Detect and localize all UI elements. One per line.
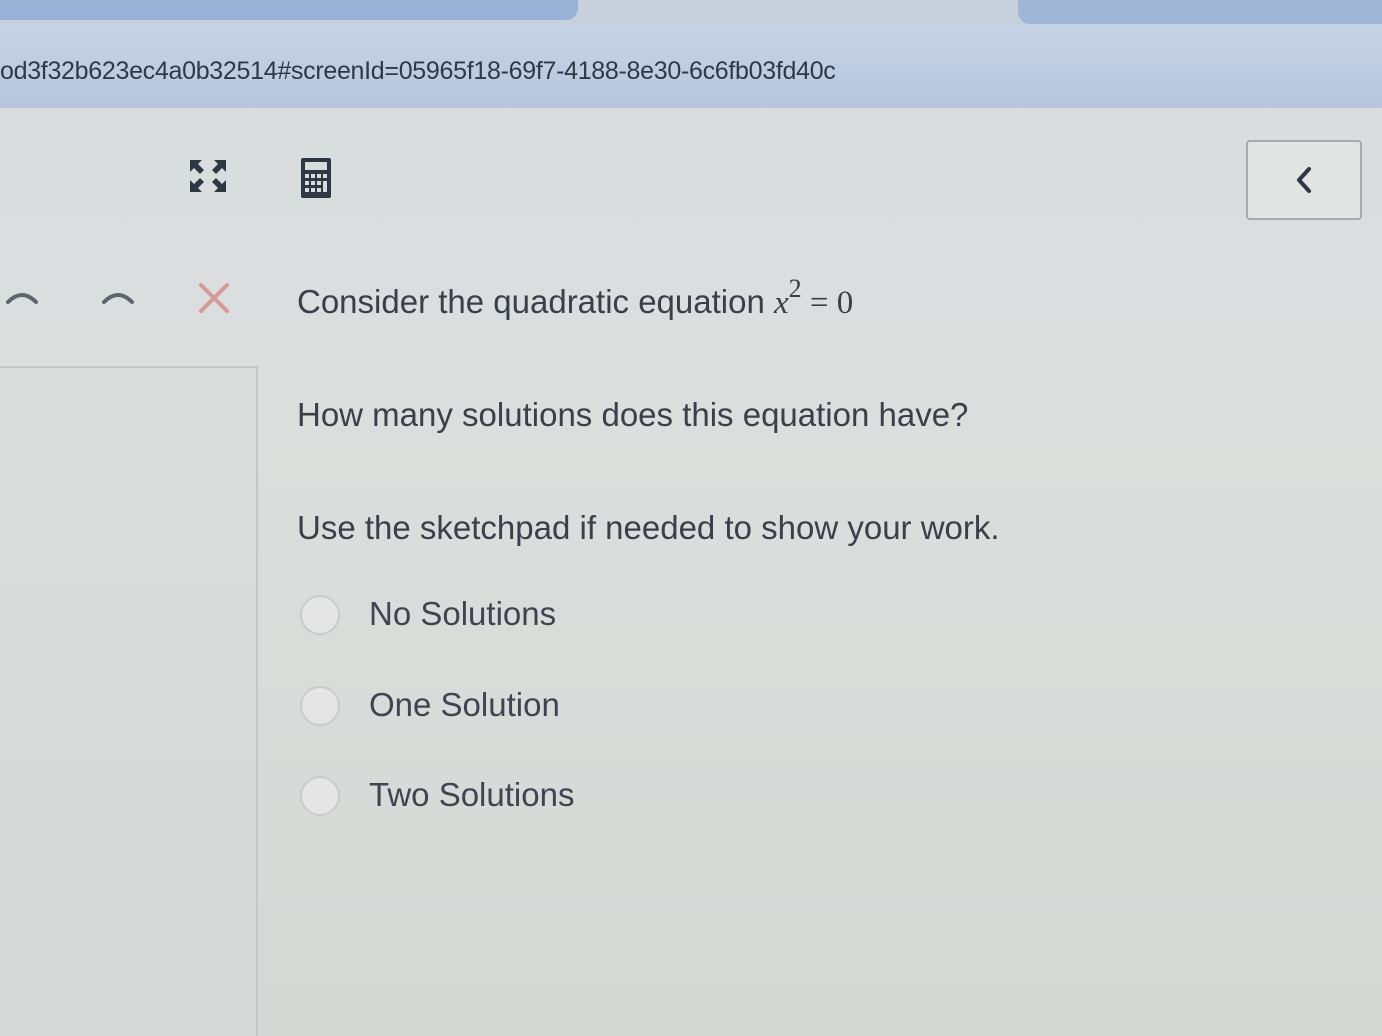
question-ask: How many solutions does this equation ha… (297, 396, 969, 433)
undo-icon[interactable] (4, 286, 40, 306)
sketchpad-panel[interactable] (0, 366, 258, 1036)
redo-icon[interactable] (100, 286, 136, 306)
radio-button[interactable] (300, 776, 340, 816)
fullscreen-icon[interactable] (188, 156, 228, 196)
choice-label[interactable]: No Solutions (369, 595, 556, 633)
choice-label[interactable]: Two Solutions (369, 776, 574, 814)
browser-tab[interactable] (1018, 0, 1382, 24)
address-url[interactable]: od3f32b623ec4a0b32514#screenId=05965f18-… (0, 54, 836, 88)
radio-button[interactable] (300, 686, 340, 726)
choice-one-solution[interactable]: One Solution (300, 684, 560, 728)
browser-tab[interactable] (0, 0, 578, 20)
prompt-text: Consider the quadratic equation (297, 283, 774, 320)
choice-no-solutions[interactable]: No Solutions (300, 593, 556, 637)
browser-tab-strip (0, 0, 1382, 24)
choice-label[interactable]: One Solution (369, 686, 560, 724)
chevron-left-icon (1297, 167, 1311, 193)
question-prompt: Consider the quadratic equation x2 = 0 (297, 274, 854, 322)
back-button[interactable] (1246, 140, 1362, 220)
choice-two-solutions[interactable]: Two Solutions (300, 774, 574, 818)
equation-base: x (774, 285, 789, 321)
close-icon[interactable] (196, 280, 232, 316)
calculator-icon[interactable] (300, 157, 332, 199)
equation-exponent: 2 (788, 274, 802, 303)
radio-button[interactable] (300, 595, 340, 635)
question-hint: Use the sketchpad if needed to show your… (297, 509, 1000, 546)
equation-rest: = 0 (801, 285, 854, 321)
